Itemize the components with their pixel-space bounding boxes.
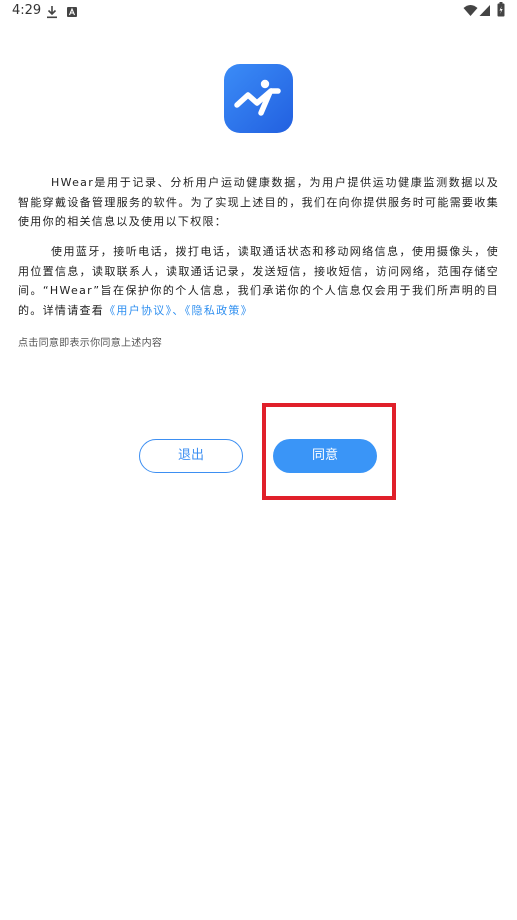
link-separator: 、 — [172, 303, 185, 317]
exit-button[interactable]: 退出 — [139, 439, 243, 473]
intro-paragraph: HWear是用于记录、分析用户运动健康数据，为用户提供运功健康监测数据以及智能穿… — [18, 176, 499, 228]
highlight-box — [262, 403, 396, 500]
permissions-paragraph: 使用蓝牙，接听电话，拨打电话，读取通话状态和移动网络信息，使用摄像头，使用位置信… — [18, 242, 499, 320]
status-bar: 4:29 — [0, 0, 517, 24]
permissions-text: 使用蓝牙，接听电话，拨打电话，读取通话状态和移动网络信息，使用摄像头，使用位置信… — [18, 245, 499, 317]
hwear-logo-icon — [224, 64, 293, 133]
consent-note: 点击同意即表示你同意上述内容 — [18, 338, 163, 349]
battery-icon — [497, 2, 505, 21]
signal-icon — [479, 3, 491, 22]
a-notification-icon — [66, 4, 78, 23]
wifi-icon — [463, 3, 478, 22]
download-icon — [46, 4, 58, 23]
status-time: 4:29 — [12, 3, 42, 18]
privacy-policy-link[interactable]: 《隐私政策》 — [185, 304, 253, 317]
user-agreement-link[interactable]: 《用户协议》 — [104, 304, 172, 317]
